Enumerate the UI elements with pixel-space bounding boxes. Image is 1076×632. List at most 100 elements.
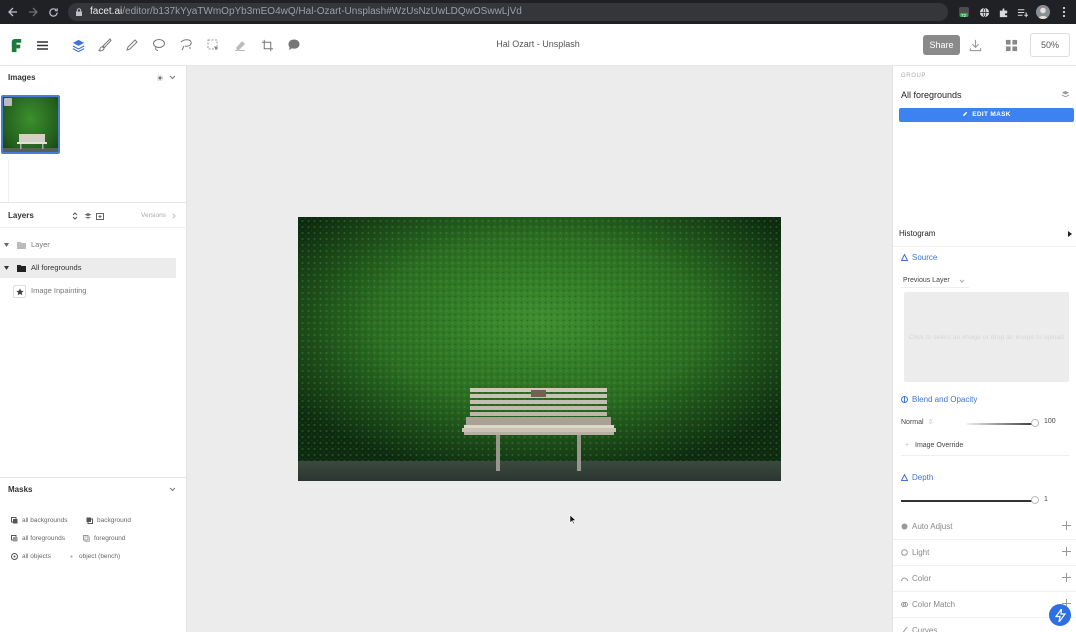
image-thumbnail[interactable] xyxy=(1,95,60,154)
mask-item[interactable]: all objects xyxy=(11,553,51,560)
add-layer-icon[interactable] xyxy=(84,212,92,220)
delta-icon xyxy=(901,474,908,481)
mask-label: all objects xyxy=(22,553,51,560)
blend-section-header[interactable]: Blend and Opacity xyxy=(893,387,1076,413)
canvas-image[interactable] xyxy=(298,217,781,481)
color-section[interactable]: Color xyxy=(893,566,1076,592)
sort-icon[interactable] xyxy=(72,212,78,220)
mask-icon xyxy=(83,535,90,542)
layer-row[interactable]: Image Inpainting xyxy=(0,281,176,301)
forward-icon[interactable] xyxy=(26,5,40,19)
curves-section[interactable]: Curves xyxy=(893,618,1076,632)
opacity-slider-knob[interactable] xyxy=(1031,419,1039,427)
reload-icon[interactable] xyxy=(46,5,60,19)
plus-icon[interactable] xyxy=(1062,573,1071,582)
caret-down-icon[interactable] xyxy=(4,266,9,270)
chevron-updown-icon: ⇕ xyxy=(927,419,934,426)
layer-label: All foregrounds xyxy=(31,263,82,272)
opacity-value[interactable]: 100 xyxy=(1044,418,1056,425)
source-select-value: Previous Layer xyxy=(903,277,950,284)
caret-right-icon[interactable] xyxy=(1068,231,1072,237)
source-section-header[interactable]: Source xyxy=(893,245,1076,271)
depth-slider-knob[interactable] xyxy=(1031,496,1039,504)
share-button[interactable]: Share xyxy=(923,35,960,55)
document-title: Hal Ozart - Unsplash xyxy=(496,39,580,49)
add-folder-icon[interactable] xyxy=(96,212,104,220)
layers-header: Layers Versions xyxy=(0,202,187,228)
puzzle-icon[interactable] xyxy=(997,6,1009,18)
download-icon[interactable] xyxy=(967,37,983,53)
group-name: All foregrounds xyxy=(901,90,962,100)
chevron-down-icon[interactable] xyxy=(169,487,176,492)
layers-icon[interactable] xyxy=(1061,90,1070,99)
auto-adjust-icon xyxy=(901,523,908,530)
mask-icon xyxy=(70,555,73,558)
thumbnail-checkbox[interactable] xyxy=(4,98,12,106)
mask-label: object (bench) xyxy=(79,553,121,560)
blend-icon xyxy=(901,396,908,403)
caret-down-icon[interactable] xyxy=(4,243,9,247)
group-label: GROUP xyxy=(901,73,927,79)
source-label: Source xyxy=(912,253,938,262)
image-override-row[interactable]: + Image Override xyxy=(901,436,1069,456)
depth-section-header[interactable]: Depth xyxy=(893,465,1076,491)
auto-adjust-section[interactable]: Auto Adjust xyxy=(893,514,1076,540)
plus-icon[interactable] xyxy=(1062,521,1071,530)
section-label: Curves xyxy=(912,626,938,632)
mask-label: all foregrounds xyxy=(22,535,65,542)
histogram-section[interactable]: Histogram xyxy=(893,221,1076,247)
layer-label: Layer xyxy=(31,240,50,249)
depth-slider-track[interactable] xyxy=(901,500,1035,502)
grid-view-icon[interactable] xyxy=(1003,37,1019,53)
right-panel: GROUP All foregrounds EDIT MASK Histogra… xyxy=(892,66,1076,632)
extension-icon[interactable]: 72 xyxy=(958,6,970,18)
plus-icon[interactable]: + xyxy=(905,442,909,449)
blend-mode-select[interactable]: Normal ⇕ xyxy=(901,418,933,426)
histogram-label: Histogram xyxy=(899,229,936,238)
edit-mask-button[interactable]: EDIT MASK xyxy=(899,108,1074,122)
drop-zone-text: Click to select an image or drop an imag… xyxy=(909,333,1064,341)
globe-icon[interactable] xyxy=(978,6,990,18)
app-header: Hal Ozart - Unsplash Share 50% xyxy=(0,24,1076,66)
layers-title: Layers xyxy=(8,211,34,220)
versions-link[interactable]: Versions xyxy=(141,203,166,229)
editor-canvas[interactable] xyxy=(187,66,892,632)
color-match-icon xyxy=(901,601,908,608)
back-icon[interactable] xyxy=(6,5,20,19)
reading-list-icon[interactable] xyxy=(1016,6,1028,18)
mask-icon xyxy=(11,553,18,560)
mask-item[interactable]: all backgrounds xyxy=(11,517,68,524)
address-bar[interactable]: facet.ai/editor/b137kYyaTWmOpYb3mEO4wQ/H… xyxy=(68,3,948,21)
edit-mask-label: EDIT MASK xyxy=(972,111,1011,118)
mask-item[interactable]: background xyxy=(86,517,131,524)
masks-header: Masks xyxy=(0,477,187,501)
mask-item[interactable]: foreground xyxy=(83,535,125,542)
image-override-label: Image Override xyxy=(915,442,964,449)
menu-icon[interactable] xyxy=(1058,6,1070,18)
lock-icon xyxy=(75,8,83,16)
assistant-fab-button[interactable] xyxy=(1049,604,1071,626)
section-label: Auto Adjust xyxy=(912,522,953,531)
source-select[interactable]: Previous Layer xyxy=(901,274,969,288)
layer-row-selected[interactable]: All foregrounds xyxy=(0,258,176,278)
plus-icon[interactable] xyxy=(1062,547,1071,556)
chevron-down-icon[interactable] xyxy=(169,75,176,80)
image-drop-zone[interactable]: Click to select an image or drop an imag… xyxy=(904,292,1069,382)
depth-value[interactable]: 1 xyxy=(1044,496,1048,503)
brightness-icon[interactable] xyxy=(157,75,163,81)
mask-label: all backgrounds xyxy=(22,517,68,524)
folder-icon xyxy=(17,264,26,272)
zoom-select[interactable]: 50% xyxy=(1030,33,1070,57)
chevron-right-icon[interactable] xyxy=(172,213,176,219)
divider xyxy=(8,160,9,202)
mask-item[interactable]: object (bench) xyxy=(68,553,120,560)
avatar[interactable] xyxy=(1036,5,1050,19)
opacity-slider-track[interactable] xyxy=(967,423,1037,425)
browser-toolbar: facet.ai/editor/b137kYyaTWmOpYb3mEO4wQ/H… xyxy=(0,0,1076,24)
light-section[interactable]: Light xyxy=(893,540,1076,566)
section-label: Light xyxy=(912,548,930,557)
layer-row[interactable]: Layer xyxy=(0,235,176,255)
section-label: Color xyxy=(912,574,932,583)
mask-item[interactable]: all foregrounds xyxy=(11,535,65,542)
section-label: Color Match xyxy=(912,600,956,609)
